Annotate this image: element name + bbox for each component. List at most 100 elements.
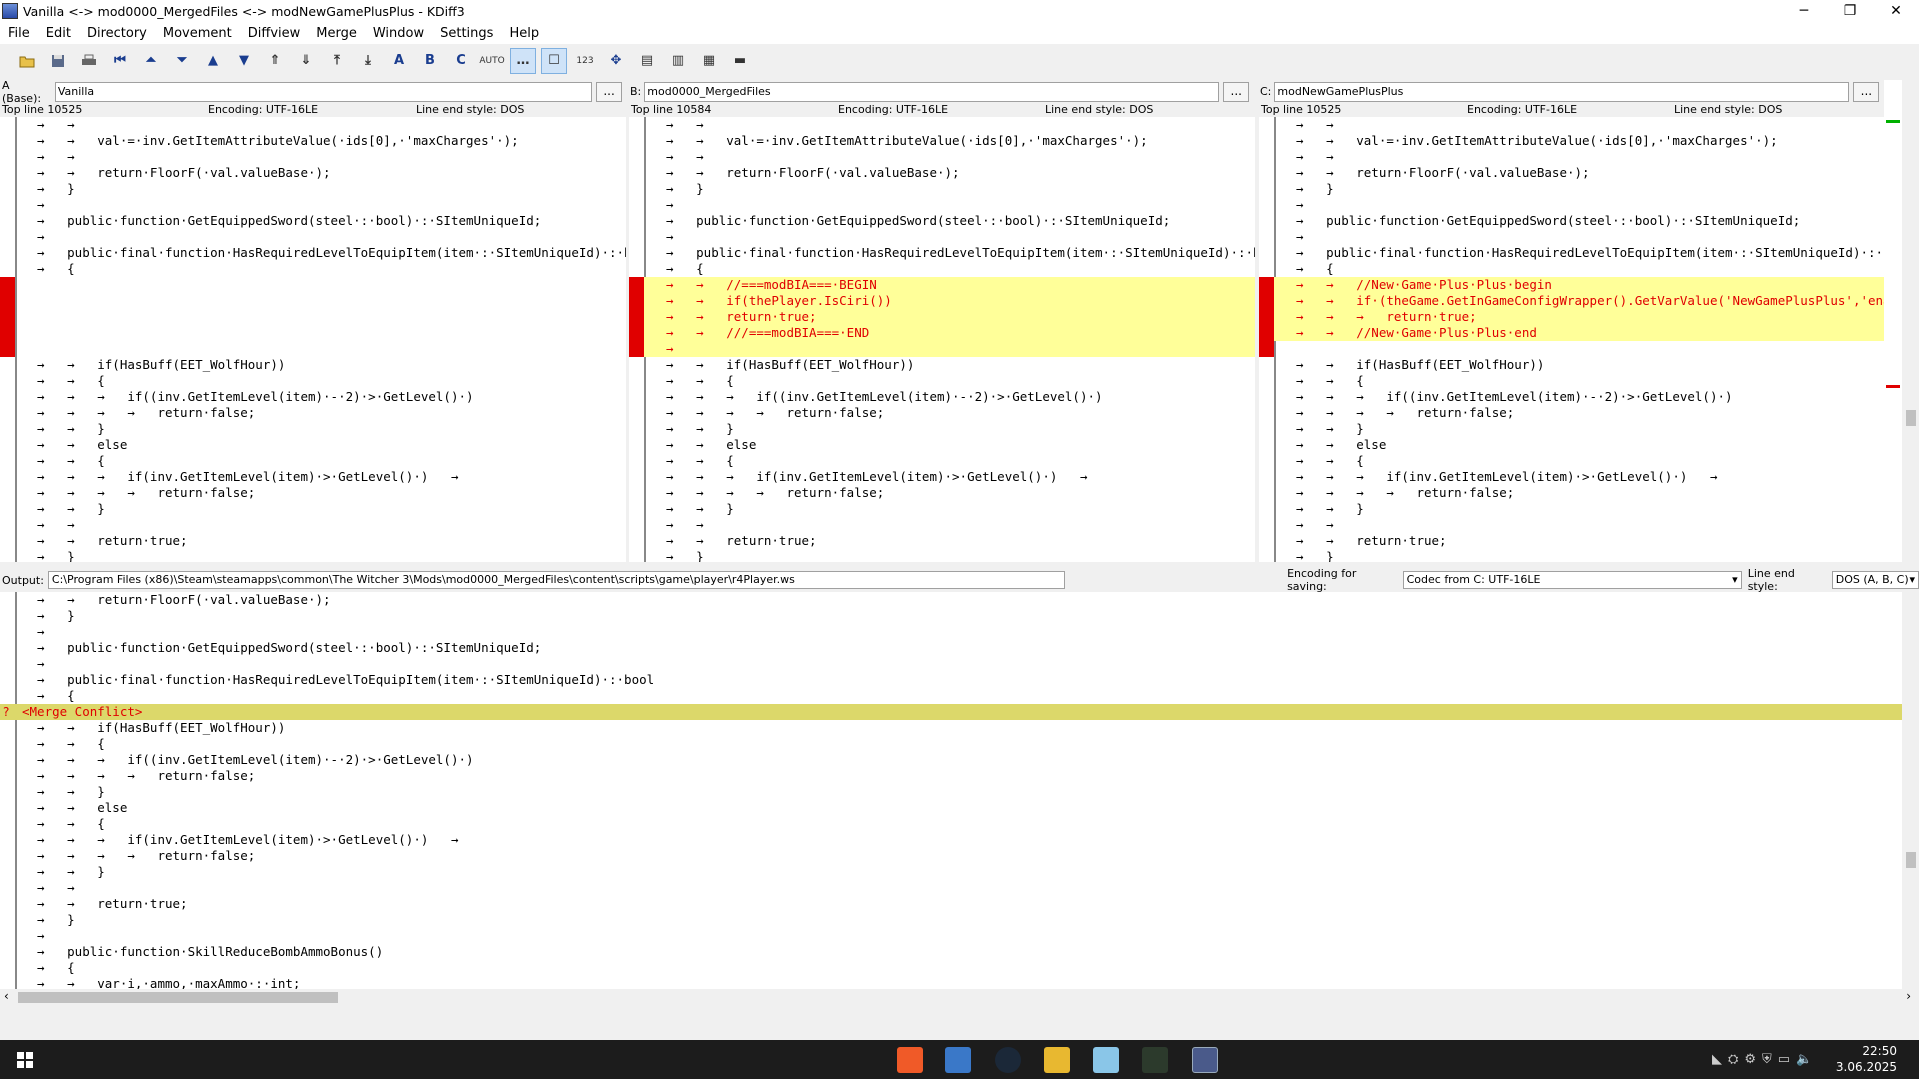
pane-c-path-field[interactable]: modNewGamePlusPlus [1274, 81, 1850, 102]
menu-merge[interactable]: Merge [308, 26, 365, 41]
code-line: → → { [651, 373, 734, 388]
split-icon[interactable]: ▤ [634, 48, 660, 74]
move-icon[interactable]: ✥ [603, 48, 629, 74]
split3-icon[interactable]: ▦ [696, 48, 722, 74]
maximize-button[interactable]: ❐ [1827, 0, 1873, 22]
code-line: → → → if((inv.GetItemLevel(item)·-·2)·>·… [22, 752, 474, 767]
output-vertical-scrollbar[interactable] [1903, 592, 1919, 989]
pane-b-path-field[interactable]: mod0000_MergedFiles [644, 81, 1220, 102]
go-top-icon[interactable]: ⏮ [107, 48, 133, 74]
show-whitespace-icon[interactable]: … [510, 47, 536, 74]
system-tray-icons[interactable]: ◣⛭⚙⛨▭🔈 [1712, 1052, 1818, 1067]
menu-file[interactable]: File [0, 26, 38, 41]
pane-a-info: Top line 10525 Encoding: UTF-16LE Line e… [0, 103, 628, 117]
prev-unsolved-icon[interactable]: ⤒ [324, 48, 350, 74]
code-line: → → → → return·false; [22, 405, 256, 420]
pane-a-path-field[interactable]: Vanilla [54, 81, 593, 102]
code-line: → { [1281, 261, 1334, 276]
file-explorer-icon[interactable] [1044, 1047, 1070, 1073]
line-numbers-icon[interactable]: 123 [572, 48, 598, 74]
menu-help[interactable]: Help [501, 26, 547, 41]
show-whitespace-chars-icon[interactable]: ☐ [541, 47, 567, 74]
code-line: → → → → return·false; [22, 485, 256, 500]
pane-b-info: Top line 10584 Encoding: UTF-16LE Line e… [630, 103, 1258, 117]
output-horizontal-scrollbar[interactable]: ‹ › [0, 989, 1919, 1006]
code-line: → → val·=·inv.GetItemAttributeValue(·ids… [1281, 133, 1778, 148]
diff-overview-bar[interactable] [1884, 80, 1902, 562]
overview-icon[interactable]: ▬ [727, 48, 753, 74]
menu-edit[interactable]: Edit [38, 26, 79, 41]
menu-diffview[interactable]: Diffview [240, 26, 309, 41]
output-merge-pane[interactable]: → → return·FloorF(·val.valueBase·); → } … [0, 592, 1902, 989]
clock-date: 3.06.2025 [1835, 1060, 1897, 1074]
code-line: → → → → return·false; [22, 768, 256, 783]
windows-start-icon[interactable] [12, 1047, 38, 1073]
code-line: → → → → return·false; [1281, 405, 1515, 420]
next-conflict-icon[interactable]: ⇓ [293, 48, 319, 74]
open-icon[interactable] [14, 48, 40, 74]
chevron-down-icon: ▾ [1909, 573, 1915, 586]
pane-a-line-end: Line end style: DOS [416, 103, 525, 116]
select-a-icon[interactable]: A [386, 48, 412, 74]
witcher-icon[interactable] [1142, 1047, 1168, 1073]
code-line: → → return·true; [22, 533, 188, 548]
line-end-select[interactable]: DOS (A, B, C) ▾ [1831, 571, 1919, 589]
print-icon[interactable] [76, 48, 102, 74]
menu-directory[interactable]: Directory [79, 26, 155, 41]
pane-a-text[interactable]: → → → → val·=·inv.GetItemAttributeValue(… [0, 117, 626, 562]
output-path-field[interactable]: C:\Program Files (x86)\Steam\steamapps\c… [47, 571, 1066, 589]
code-line: → [22, 928, 68, 943]
split2-icon[interactable]: ▥ [665, 48, 691, 74]
code-line: → → → if((inv.GetItemLevel(item)·-·2)·>·… [22, 389, 474, 404]
code-line: → → return·true; [22, 896, 188, 911]
minimize-button[interactable]: ─ [1781, 0, 1827, 22]
save-icon[interactable] [45, 48, 71, 74]
encoding-saving-select[interactable]: Codec from C: UTF-16LE ▾ [1402, 571, 1742, 589]
code-line: → → else [1281, 437, 1387, 452]
code-line: → public·function·GetEquippedSword(steel… [22, 640, 542, 655]
code-line: → → return·FloorF(·val.valueBase·); [651, 165, 960, 180]
pane-b-browse-button[interactable]: ... [1223, 81, 1250, 102]
pane-c-line-end: Line end style: DOS [1674, 103, 1783, 116]
code-line: → → { [22, 816, 105, 831]
go-current-icon[interactable]: ⏶ [138, 48, 164, 74]
pane-a-top-line: Top line 10525 [2, 103, 83, 116]
auto-advance-icon[interactable]: AUTO [479, 48, 505, 74]
next-unsolved-icon[interactable]: ⤓ [355, 48, 381, 74]
close-button[interactable]: ✕ [1873, 0, 1919, 22]
app2-icon[interactable] [945, 1047, 971, 1073]
scroll-right-icon[interactable]: › [1906, 989, 1911, 1003]
code-line: → → return·FloorF(·val.valueBase·); [22, 592, 331, 607]
kdiff3-icon[interactable] [1192, 1047, 1218, 1073]
code-line: → → } [22, 421, 105, 436]
pane-c-browse-button[interactable]: ... [1853, 81, 1880, 102]
prev-delta-icon[interactable]: ▲ [200, 48, 226, 74]
pane-b-text[interactable]: → → → → val·=·inv.GetItemAttributeValue(… [629, 117, 1255, 562]
pane-c-text[interactable]: → → → → val·=·inv.GetItemAttributeValue(… [1259, 117, 1885, 562]
menu-settings[interactable]: Settings [432, 26, 501, 41]
code-line: → → [1281, 517, 1357, 532]
scroll-left-icon[interactable]: ‹ [4, 989, 9, 1003]
notepad-icon[interactable] [1093, 1047, 1119, 1073]
prev-conflict-icon[interactable]: ⇑ [262, 48, 288, 74]
code-line: → → { [22, 453, 105, 468]
code-line: → → [651, 149, 727, 164]
diff-vertical-scrollbar[interactable] [1903, 80, 1919, 562]
code-line: → [651, 197, 697, 212]
next-delta-icon[interactable]: ▼ [231, 48, 257, 74]
code-line: → → return·true; [1281, 533, 1447, 548]
select-b-icon[interactable]: B [417, 48, 443, 74]
menu-movement[interactable]: Movement [155, 26, 240, 41]
title-bar: Vanilla <-> mod0000_MergedFiles <-> modN… [0, 0, 1919, 22]
brave-icon[interactable] [897, 1047, 923, 1073]
clock[interactable]: 22:50 3.06.2025 [1836, 1043, 1897, 1075]
pane-b-top-line: Top line 10584 [631, 103, 712, 116]
code-line: → [629, 341, 1255, 357]
steam-icon[interactable] [995, 1047, 1021, 1073]
merge-conflict-line[interactable]: <Merge Conflict> [0, 704, 1902, 720]
pane-a-browse-button[interactable]: ... [596, 81, 622, 102]
menu-window[interactable]: Window [365, 26, 432, 41]
code-line: → → → return·true; [1259, 309, 1885, 325]
select-c-icon[interactable]: C [448, 48, 474, 74]
go-bottom-icon[interactable]: ⏷ [169, 48, 195, 74]
